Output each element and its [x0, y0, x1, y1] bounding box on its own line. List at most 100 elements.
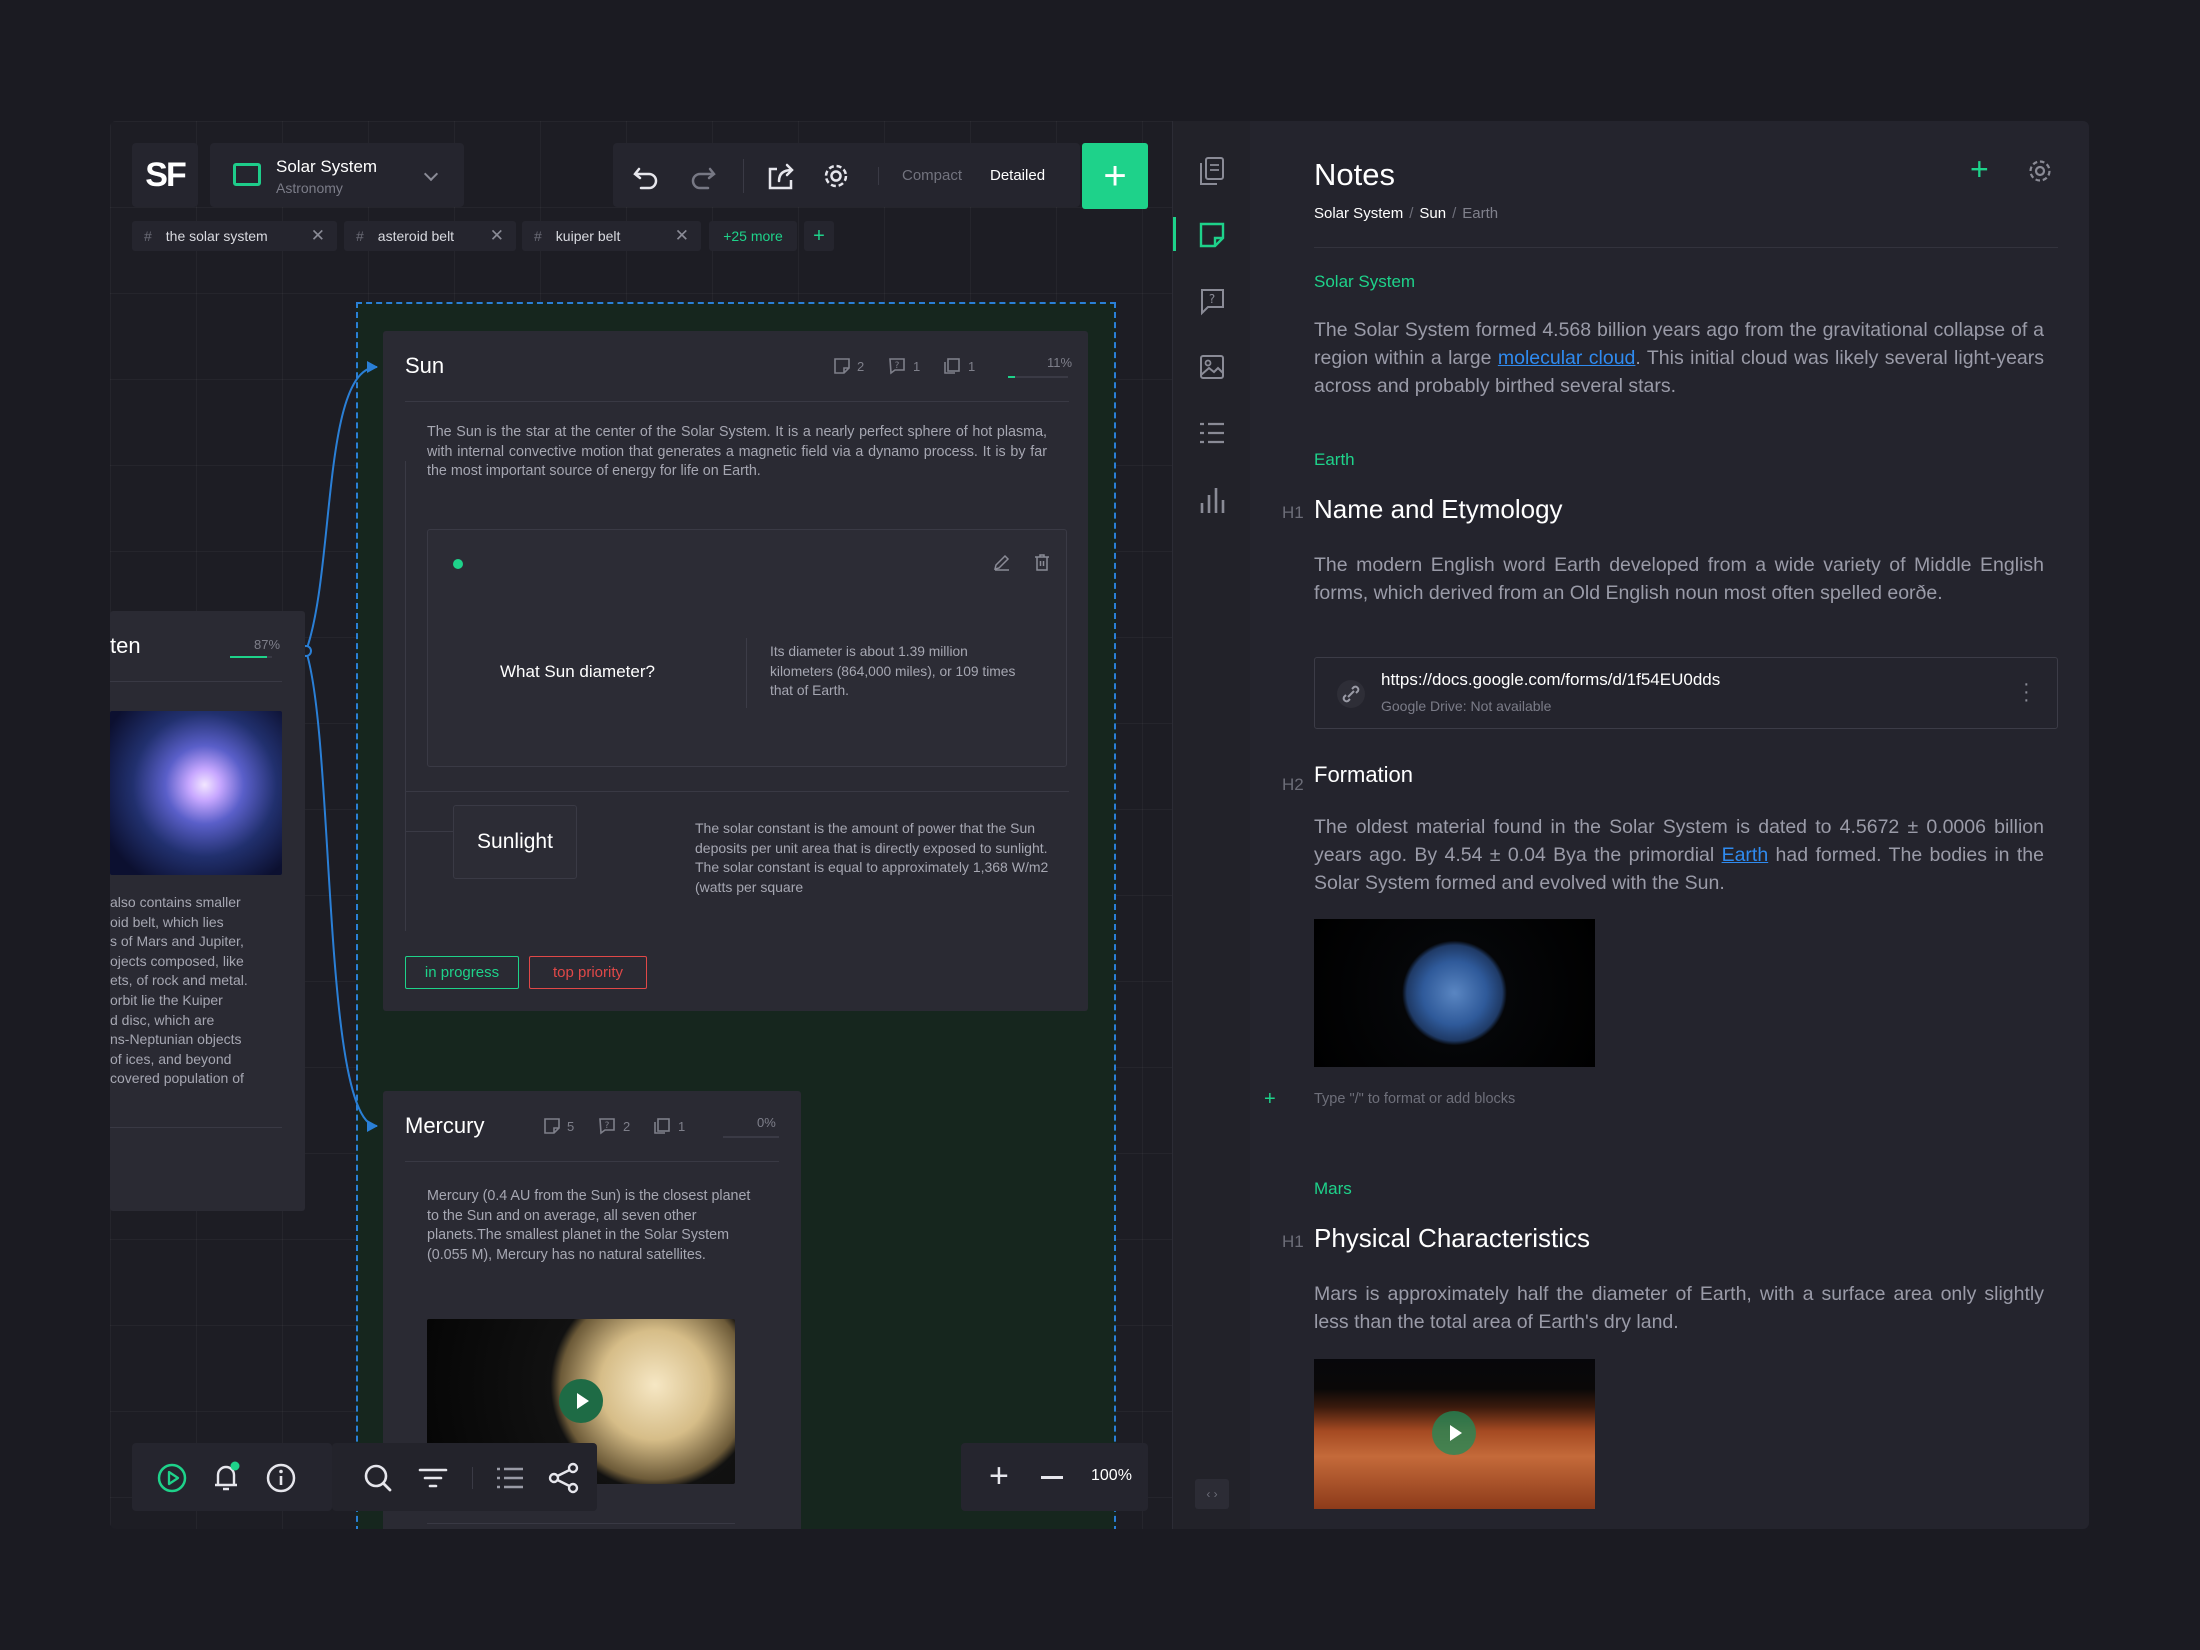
panel-rail: ? ‹ › [1172, 121, 1250, 1529]
docs-count: 1 [678, 1119, 686, 1134]
subnode-sunlight[interactable]: Sunlight [453, 805, 577, 879]
play-circle-icon[interactable] [156, 1462, 188, 1494]
play-icon[interactable] [559, 1379, 603, 1423]
notes-count: 5 [567, 1119, 575, 1134]
answer-text: Its diameter is about 1.39 million kilom… [770, 644, 1016, 698]
notification-bell-icon[interactable] [210, 1460, 242, 1494]
document-icon [654, 1118, 670, 1134]
zoom-toolbar: + 100% [961, 1443, 1148, 1511]
docs-count: 1 [968, 359, 976, 374]
svg-text:?: ? [895, 361, 900, 371]
node-description: also contains smaller oid belt, which lie… [110, 894, 248, 1087]
status-badge-in-progress[interactable]: in progress [405, 956, 519, 989]
zoom-in-button[interactable]: + [989, 1457, 1009, 1496]
node-progress-percent: 11% [1047, 355, 1073, 370]
question-icon: ? [599, 1118, 615, 1135]
checklist-icon[interactable] [1198, 419, 1226, 447]
playback-toolbar [132, 1443, 332, 1511]
note-icon [544, 1118, 560, 1134]
divider [1314, 247, 2058, 248]
app-window: SF Solar System Astronomy Compact Detail… [110, 121, 2089, 1529]
document-icon [944, 358, 960, 374]
note-icon [834, 358, 850, 374]
divider [405, 791, 1069, 792]
paragraph: The Solar System formed 4.568 billion ye… [1314, 319, 2044, 397]
zoom-out-button[interactable] [1041, 1476, 1063, 1479]
delete-icon[interactable] [1032, 552, 1052, 572]
paragraph: Mars is approximately half the diameter … [1314, 1283, 2044, 1333]
add-note-button[interactable]: + [1970, 151, 1989, 188]
divider [110, 681, 282, 682]
info-icon[interactable] [265, 1462, 297, 1494]
more-options-icon[interactable]: · · · [2023, 674, 2030, 710]
divider [405, 401, 1069, 402]
partial-node-card[interactable]: ten 87% also contains smaller oid belt, w… [110, 611, 305, 1211]
block-input-placeholder[interactable]: Type "/" to format or add blocks [1314, 1091, 1515, 1107]
collapse-panel-button[interactable]: ‹ › [1195, 1479, 1229, 1509]
breadcrumb-item[interactable]: Solar System [1314, 205, 1403, 222]
node-title: ten [110, 633, 141, 658]
divider [110, 1127, 282, 1128]
mind-map-canvas[interactable]: SF Solar System Astronomy Compact Detail… [110, 121, 1172, 1529]
section-label[interactable]: Mars [1314, 1179, 1352, 1199]
link-embed[interactable]: https://docs.google.com/forms/d/1f54EU0d… [1314, 657, 2058, 729]
node-progress-percent: 87% [254, 637, 281, 652]
question-text: What Sun diameter? [500, 662, 655, 681]
play-icon[interactable] [1432, 1411, 1476, 1455]
documents-icon[interactable] [1198, 155, 1226, 187]
node-progress-fill [230, 656, 267, 658]
link-subtitle: Google Drive: Not available [1381, 698, 1552, 714]
breadcrumb-item[interactable]: Sun [1419, 205, 1446, 222]
zoom-level: 100% [1091, 1467, 1132, 1484]
breadcrumb-item[interactable]: Earth [1462, 205, 1498, 222]
panel-settings-icon[interactable] [2026, 157, 2054, 185]
node-title: Mercury [405, 1113, 485, 1138]
link[interactable]: molecular cloud [1498, 347, 1636, 369]
mars-video-thumbnail[interactable] [1314, 1359, 1595, 1509]
edit-icon[interactable] [992, 552, 1012, 572]
heading-level-marker: H1 [1282, 1232, 1304, 1251]
breadcrumb: Solar System / Sun / Earth [1314, 205, 1499, 222]
question-card[interactable]: What Sun diameter? Its diameter is about… [427, 529, 1067, 767]
node-card-sun[interactable]: Sun 2 ? 1 1 11% The Sun is the star at t… [383, 331, 1088, 1011]
link[interactable]: Earth [1722, 844, 1769, 866]
status-dot [453, 559, 463, 569]
node-progress-percent: 0% [757, 1115, 776, 1130]
divider [405, 1161, 779, 1162]
section-label[interactable]: Earth [1314, 450, 1355, 470]
earth-image [1314, 919, 1595, 1067]
link-url[interactable]: https://docs.google.com/forms/d/1f54EU0d… [1381, 670, 1720, 690]
node-progress-track [230, 656, 272, 658]
questions-icon[interactable]: ? [1198, 287, 1226, 317]
image-icon[interactable] [1198, 353, 1226, 381]
paragraph: The modern English word Earth developed … [1314, 554, 2044, 604]
panel-title: Notes [1314, 157, 1395, 192]
node-progress-track [723, 1136, 779, 1138]
search-tools-toolbar [332, 1443, 597, 1511]
active-indicator [1173, 217, 1176, 251]
stats-chart-icon[interactable] [1198, 485, 1226, 515]
heading-level-marker: H2 [1282, 775, 1304, 794]
share-graph-icon[interactable] [547, 1461, 581, 1495]
list-icon[interactable] [494, 1463, 526, 1493]
heading: Formation [1314, 762, 1414, 787]
node-progress-fill [1008, 376, 1015, 378]
status-badge-top-priority[interactable]: top priority [529, 956, 647, 989]
subnode-description: The solar constant is the amount of powe… [695, 820, 1049, 895]
section-label[interactable]: Solar System [1314, 272, 1415, 292]
notes-icon[interactable] [1198, 221, 1226, 249]
questions-count: 1 [913, 359, 921, 374]
divider [427, 1523, 735, 1524]
node-progress-track [1008, 376, 1068, 378]
heading-level-marker: H1 [1282, 503, 1304, 522]
notes-panel: Notes + Solar System / Sun / Earth Solar Sys… [1250, 121, 2089, 1529]
node-description: The Sun is the star at the center of the… [427, 424, 1047, 479]
heading: Physical Characteristics [1314, 1223, 1590, 1253]
node-description: Mercury (0.4 AU from the Sun) is the clo… [427, 1188, 751, 1263]
svg-text:?: ? [1209, 292, 1215, 306]
tree-line [405, 461, 407, 931]
divider [746, 638, 747, 708]
search-icon[interactable] [362, 1462, 394, 1494]
filter-icon[interactable] [417, 1463, 449, 1493]
add-block-icon[interactable]: + [1264, 1088, 1276, 1111]
